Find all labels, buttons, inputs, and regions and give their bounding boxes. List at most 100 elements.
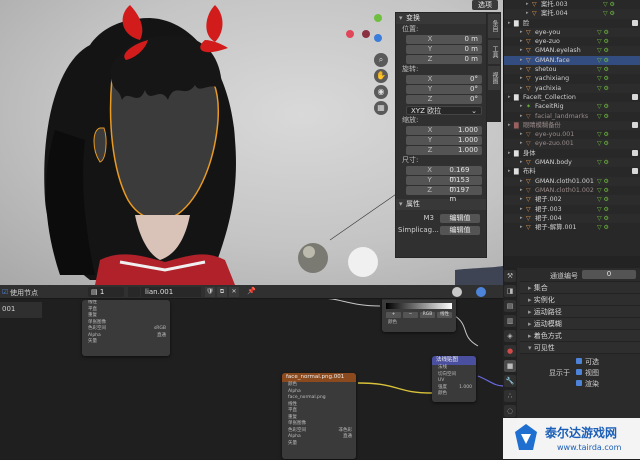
expand-icon[interactable]: ▸ xyxy=(526,0,529,9)
transform-header[interactable]: ▾ 变换 xyxy=(396,13,486,24)
slot-select[interactable]: ▤ 1 xyxy=(88,287,124,297)
expand-icon[interactable]: ▸ xyxy=(526,9,529,18)
vector-field[interactable]: Y 1.000 xyxy=(406,136,482,145)
tab-item[interactable]: 条目 xyxy=(488,14,500,38)
visibility-checkbox[interactable] xyxy=(632,121,638,128)
expand-icon[interactable]: ▸ xyxy=(520,223,523,232)
expand-icon[interactable]: ▸ xyxy=(508,93,511,102)
node-row[interactable]: 颜色 xyxy=(432,391,476,398)
world-tab-icon[interactable]: ● xyxy=(504,345,516,357)
outliner-row[interactable]: ▸ ▽ eye-zuo ▽ ⚙ xyxy=(504,37,640,46)
vector-field[interactable]: X 1.000 xyxy=(406,126,482,135)
node-row[interactable]: 矢量 xyxy=(82,339,170,346)
pin-icon[interactable]: 📌 xyxy=(247,287,256,295)
particles-tab-icon[interactable]: ∴ xyxy=(504,390,516,402)
vector-field[interactable]: X 0° xyxy=(406,75,482,84)
section-header[interactable]: ▸ 着色方式 xyxy=(520,330,640,342)
material-name-field[interactable]: lian.001 xyxy=(141,287,201,297)
outliner-row[interactable]: ▸ ▽ 案托.003 ▽ ⚙ xyxy=(504,0,640,9)
outliner-row[interactable]: ▸ ▽ GMAN.eyelash ▽ ⚙ xyxy=(504,46,640,56)
gizmo-neg-x-icon[interactable] xyxy=(362,30,370,38)
visibility-checkbox[interactable] xyxy=(632,168,638,175)
visibility-checkbox[interactable] xyxy=(632,93,638,100)
zoom-icon[interactable]: ⌕ xyxy=(374,53,388,67)
image-texture-node-top[interactable]: 线性 平直 重复 单张图像 色彩空间 sRGB Alpha 直通 矢量 xyxy=(82,300,170,356)
expand-icon[interactable]: ▸ xyxy=(520,37,523,46)
section-header[interactable]: ▸ 实例化 xyxy=(520,294,640,306)
gizmo-z-axis-icon[interactable] xyxy=(374,34,382,42)
pass-index-field[interactable]: 0 xyxy=(582,270,636,279)
outliner-row[interactable]: ▸ ▽ eye-you ▽ ⚙ xyxy=(504,27,640,38)
outliner-row[interactable]: ▸ ▽ yachixiang ▽ ⚙ xyxy=(504,74,640,83)
ramp-button[interactable]: RGB xyxy=(420,312,435,318)
vector-field[interactable]: Y 0 m xyxy=(406,45,482,54)
scene-tab-icon[interactable]: ◈ xyxy=(504,330,516,342)
vector-field[interactable]: X 0 m xyxy=(406,35,482,44)
outliner-row[interactable]: ▸ ▇ 布料 xyxy=(504,167,640,176)
outliner-row[interactable]: ▸ ▽ 裙子.004 ▽ ⚙ xyxy=(504,213,640,224)
expand-icon[interactable]: ▸ xyxy=(508,149,511,158)
outliner-row[interactable]: ▸ ▽ yachixia ▽ ⚙ xyxy=(504,83,640,93)
vector-field[interactable]: Z 0° xyxy=(406,95,482,104)
vector-field[interactable]: Z 1.000 xyxy=(406,146,482,155)
render-sphere-icon[interactable] xyxy=(476,287,486,297)
outliner-row[interactable]: ▸ ▽ eye-zuo.001 ▽ ⚙ xyxy=(504,139,640,149)
material-browse-icon[interactable] xyxy=(128,287,140,297)
expand-icon[interactable]: ▸ xyxy=(520,130,523,139)
expand-icon[interactable]: ▸ xyxy=(520,214,523,223)
expand-icon[interactable]: ▸ xyxy=(508,167,511,176)
selectable-checkbox[interactable] xyxy=(576,358,582,364)
copy-icon[interactable]: ⧉ xyxy=(217,287,227,297)
outliner-row[interactable]: ▸ ▽ GMAN.cloth01.002 ▽ ⚙ xyxy=(504,186,640,195)
node-row[interactable]: 矢量 xyxy=(282,441,356,448)
node-header[interactable]: face_normal.png.001 xyxy=(282,373,356,382)
section-header[interactable]: ▸ 运动路径 xyxy=(520,306,640,318)
vector-field[interactable]: Y 0° xyxy=(406,85,482,94)
camera-icon[interactable]: ◉ xyxy=(374,85,388,99)
expand-icon[interactable]: ▸ xyxy=(520,65,523,74)
viewport-checkbox[interactable] xyxy=(576,369,582,375)
fake-user-icon[interactable]: 🛡 xyxy=(205,287,215,297)
outliner-row[interactable]: ▸ ▽ 案托.004 ▽ ⚙ xyxy=(504,9,640,19)
expand-icon[interactable]: ▸ xyxy=(520,74,523,83)
view-layer-tab-icon[interactable]: ▥ xyxy=(504,315,516,327)
edit-value-button[interactable]: 编辑值 xyxy=(440,214,480,223)
vector-field[interactable]: Y 0.153 m xyxy=(406,176,482,193)
rotation-mode-select[interactable]: XYZ 欧拉 ⌄ xyxy=(406,106,482,115)
expand-icon[interactable]: ▸ xyxy=(520,177,523,186)
expand-icon[interactable]: ▸ xyxy=(520,84,523,93)
outliner-row[interactable]: ▸ ▇ 脸 xyxy=(504,19,640,28)
gizmo-y-axis-icon[interactable] xyxy=(374,14,382,22)
gizmo-x-axis-icon[interactable] xyxy=(346,30,354,38)
outliner-row[interactable]: ▸ ▽ eye-you.001 ▽ ⚙ xyxy=(504,130,640,139)
outliner-row[interactable]: ▸ ▇ 身体 xyxy=(504,149,640,158)
expand-icon[interactable]: ▸ xyxy=(520,28,523,37)
object-tab-icon[interactable]: ■ xyxy=(504,360,516,372)
ramp-button[interactable]: − xyxy=(403,312,418,318)
vector-field[interactable]: Z 0 m xyxy=(406,55,482,64)
expand-icon[interactable]: ▸ xyxy=(520,195,523,204)
vector-field[interactable]: X 0.169 m xyxy=(406,166,482,183)
checkbox-icon[interactable]: ☑ xyxy=(2,288,8,296)
expand-icon[interactable]: ▸ xyxy=(508,19,511,28)
tab-tool[interactable]: 工具 xyxy=(488,40,500,64)
visibility-checkbox[interactable] xyxy=(632,149,638,156)
outliner-row[interactable]: ▸ ▽ GMAN.cloth01.001 ▽ ⚙ xyxy=(504,176,640,186)
outliner-row[interactable]: ▸ ▽ GMAN.face ▽ ⚙ xyxy=(504,55,640,66)
expand-icon[interactable]: ▸ xyxy=(520,102,523,111)
outliner-row[interactable]: ▸ ▽ 裙子.003 ▽ ⚙ xyxy=(504,205,640,214)
close-icon[interactable]: ✕ xyxy=(229,287,239,297)
outliner-row[interactable]: ▸ ▽ shetou ▽ ⚙ xyxy=(504,65,640,75)
normal-map-node[interactable]: 法线贴图 法线 切向空间 UV 强度 1.000 颜色 xyxy=(432,356,476,402)
expand-icon[interactable]: ▸ xyxy=(520,46,523,55)
outliner-row[interactable]: ▸ ✶ FaceitRig ▽ ⚙ xyxy=(504,102,640,112)
outliner-row[interactable]: ▸ ▇ FaceIt_Collection xyxy=(504,93,640,102)
physics-tab-icon[interactable]: ◌ xyxy=(504,405,516,417)
overlay-sphere-icon[interactable] xyxy=(452,287,462,297)
tab-view[interactable]: 视图 xyxy=(488,66,500,90)
image-texture-node[interactable]: face_normal.png.001 颜色 Alpha face_normal.pn… xyxy=(282,373,356,459)
outliner-row[interactable]: ▸ ▽ 裙子.002 ▽ ⚙ xyxy=(504,195,640,205)
section-header[interactable]: ▸ 运动模糊 xyxy=(520,318,640,330)
expand-icon[interactable]: ▸ xyxy=(520,139,523,148)
vector-field[interactable]: Z 0.197 m xyxy=(406,186,482,203)
